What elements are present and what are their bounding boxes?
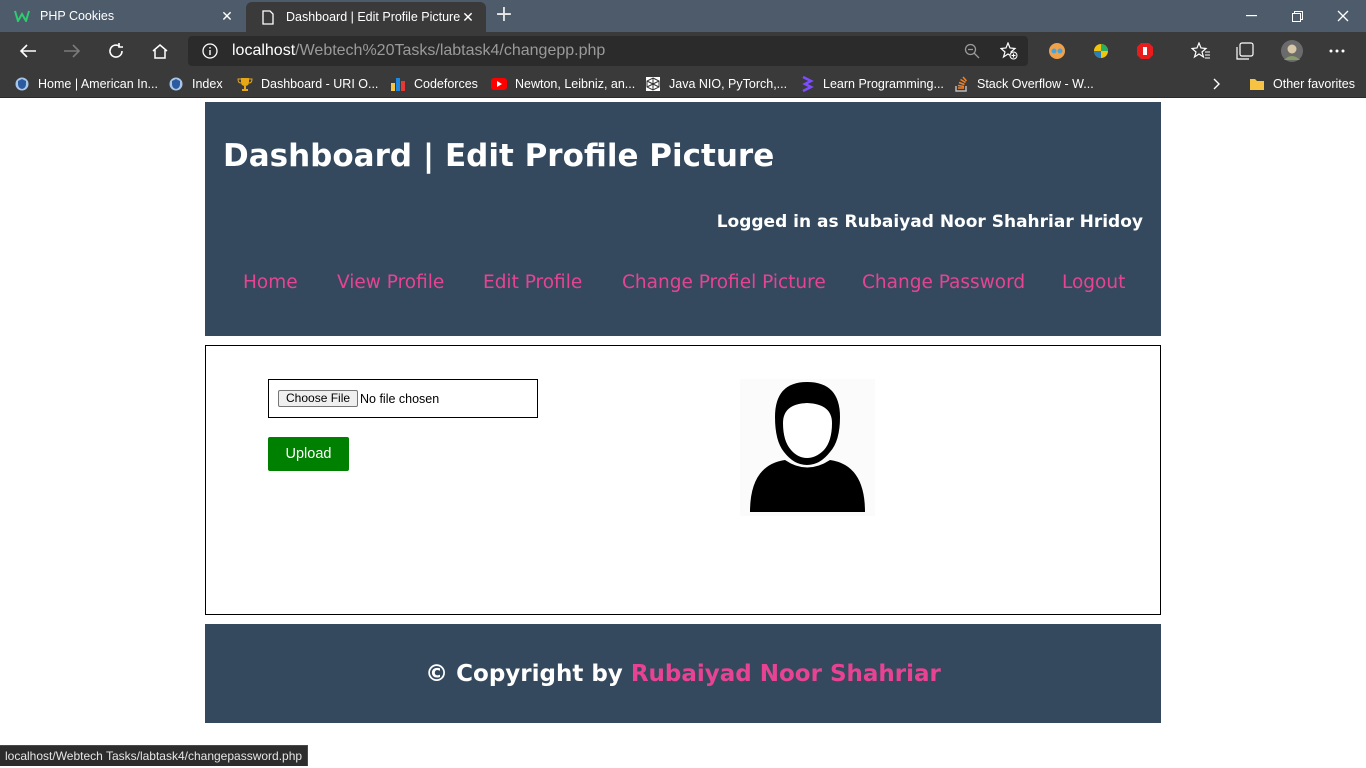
nav-link-change-profile-picture[interactable]: Change Profiel Picture [622, 272, 826, 293]
choose-file-button[interactable]: Choose File [278, 390, 359, 407]
add-favorite-icon[interactable] [999, 41, 1018, 64]
restore-icon[interactable] [1274, 0, 1320, 32]
cube-icon [645, 76, 661, 92]
nav-link-view-profile[interactable]: View Profile [337, 272, 444, 293]
extension-adblock-icon[interactable] [1134, 40, 1156, 62]
nav-link-edit-profile[interactable]: Edit Profile [483, 272, 582, 293]
more-options-icon[interactable] [1326, 40, 1348, 62]
other-favorites[interactable]: Other favorites [1249, 74, 1355, 94]
profile-picture-avatar-icon [740, 379, 875, 516]
logged-in-label: Logged in as Rubaiyad Noor Shahriar Hrid… [716, 212, 1143, 232]
tab-dashboard[interactable]: Dashboard | Edit Profile Picture ✕ [246, 2, 486, 32]
extension-color-icon[interactable] [1090, 40, 1112, 62]
profile-avatar-icon[interactable] [1280, 39, 1304, 63]
tab-php-cookies[interactable]: PHP Cookies ✕ [0, 0, 245, 32]
shield-icon [14, 76, 30, 92]
bookmark-youtube[interactable]: Newton, Leibniz, an... [491, 74, 635, 94]
bookmarks-bar: Home | American In... Index Dashboard - … [0, 70, 1366, 98]
main-nav: Home View Profile Edit Profile Change Pr… [205, 272, 1161, 300]
refresh-icon[interactable] [102, 38, 130, 64]
close-window-icon[interactable] [1320, 0, 1366, 32]
new-tab-icon[interactable]: + [494, 4, 514, 26]
url-field[interactable]: localhost/Webtech%20Tasks/labtask4/chang… [188, 36, 1028, 66]
copyright-name: Rubaiyad Noor Shahriar [630, 661, 941, 687]
status-bar-url: localhost/Webtech Tasks/labtask4/changep… [0, 745, 309, 766]
extension-glasses-icon[interactable] [1046, 40, 1068, 62]
bookmark-home-american[interactable]: Home | American In... [14, 74, 158, 94]
nav-link-logout[interactable]: Logout [1062, 272, 1125, 293]
back-arrow-icon[interactable] [14, 38, 42, 64]
forward-arrow-icon[interactable] [58, 38, 86, 64]
page-icon [260, 9, 276, 25]
page-footer: © Copyright by Rubaiyad Noor Shahriar [205, 624, 1161, 723]
trophy-icon [237, 76, 253, 92]
bookmark-learn-programming[interactable]: Learn Programming... [799, 74, 944, 94]
folder-icon [1249, 76, 1265, 92]
upload-button[interactable]: Upload [268, 437, 349, 471]
nav-link-home[interactable]: Home [243, 272, 298, 293]
address-bar: localhost/Webtech%20Tasks/labtask4/chang… [0, 32, 1366, 70]
info-icon[interactable] [202, 43, 218, 63]
bookmark-index[interactable]: Index [168, 74, 223, 94]
codeforces-icon [390, 76, 406, 92]
tab-title: PHP Cookies [40, 9, 115, 23]
bookmark-dashboard-uri[interactable]: Dashboard - URI O... [237, 74, 378, 94]
page-title: Dashboard | Edit Profile Picture [223, 138, 775, 174]
tab-title: Dashboard | Edit Profile Picture [286, 10, 460, 24]
bookmark-codeforces[interactable]: Codeforces [390, 74, 478, 94]
site-favicon-icon [14, 8, 30, 24]
file-status-text: No file chosen [360, 392, 440, 406]
stackoverflow-icon [953, 76, 969, 92]
zoom-out-icon[interactable] [964, 43, 980, 63]
shield-icon [168, 76, 184, 92]
bookmark-stackoverflow[interactable]: Stack Overflow - W... [953, 74, 1094, 94]
url-text: localhost/Webtech%20Tasks/labtask4/chang… [232, 42, 606, 59]
nav-link-change-password[interactable]: Change Password [862, 272, 1025, 293]
learn-icon [799, 76, 815, 92]
home-icon[interactable] [146, 38, 174, 64]
close-icon[interactable]: ✕ [219, 8, 235, 24]
page-header: Dashboard | Edit Profile Picture Logged … [205, 102, 1161, 336]
copyright-text: © Copyright by Rubaiyad Noor Shahriar [425, 661, 941, 687]
file-input[interactable]: Choose File No file chosen [268, 379, 538, 418]
upload-panel: Choose File No file chosen Upload [205, 345, 1161, 615]
youtube-icon [491, 76, 507, 92]
bookmark-java-nio[interactable]: Java NIO, PyTorch,... [645, 74, 787, 94]
browser-tab-bar: PHP Cookies ✕ Dashboard | Edit Profile P… [0, 0, 1366, 32]
favorites-icon[interactable] [1190, 40, 1212, 62]
minimize-icon[interactable] [1228, 0, 1274, 32]
bookmarks-overflow-chevron-icon[interactable] [1213, 74, 1221, 94]
collections-icon[interactable] [1234, 40, 1256, 62]
close-icon[interactable]: ✕ [460, 9, 476, 25]
